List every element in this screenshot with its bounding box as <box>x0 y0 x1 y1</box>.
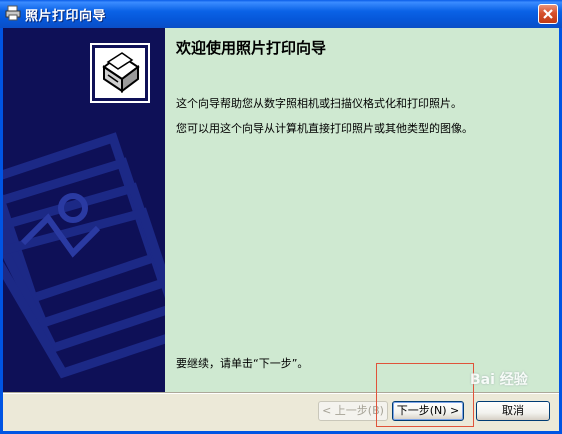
wizard-window: 照片打印向导 欢迎使用照片打印向导 这个向导帮助您从数字照相机或扫描仪格式化和打… <box>0 0 562 434</box>
annotation-highlight-box <box>376 363 474 427</box>
photo-printer-icon <box>90 43 150 103</box>
cancel-button[interactable]: 取消 <box>476 401 550 421</box>
intro-text-1: 这个向导帮助您从数字照相机或扫描仪格式化和打印照片。 <box>176 97 462 110</box>
window-title: 照片打印向导 <box>25 9 107 24</box>
button-divider <box>3 392 559 394</box>
wizard-sidebar <box>3 28 165 392</box>
watermark-text: Bai 经验 <box>470 372 528 388</box>
page-title: 欢迎使用照片打印向导 <box>176 39 327 57</box>
continue-instruction: 要继续，请单击“下一步”。 <box>176 357 309 370</box>
intro-text-2: 您可以用这个向导从计算机直接打印照片或其他类型的图像。 <box>176 122 473 135</box>
close-button[interactable] <box>538 4 558 24</box>
wizard-content: 欢迎使用照片打印向导 这个向导帮助您从数字照相机或扫描仪格式化和打印照片。 您可… <box>165 28 559 392</box>
title-bar[interactable]: 照片打印向导 <box>0 0 562 28</box>
printer-icon <box>5 5 21 21</box>
close-icon <box>543 9 553 19</box>
